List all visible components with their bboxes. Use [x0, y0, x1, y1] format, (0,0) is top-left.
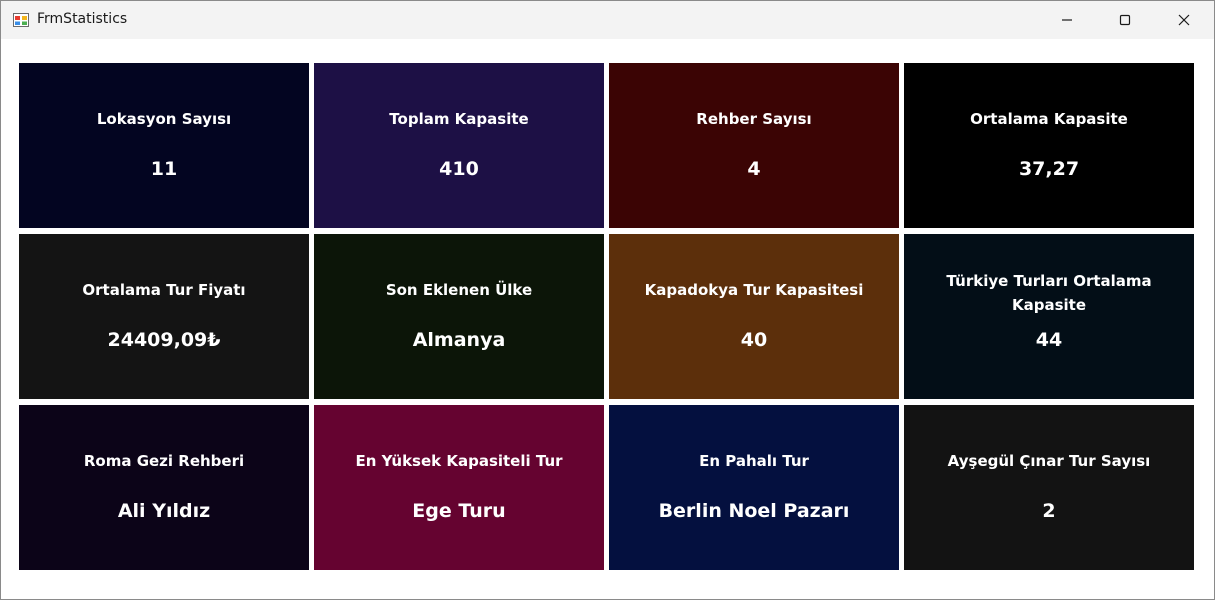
stat-value: Ege Turu: [412, 500, 506, 522]
stat-tile-turkiye-turlari-ortalama-kapasite: Türkiye Turları Ortalama Kapasite 44: [904, 234, 1194, 399]
stat-value: 11: [150, 158, 178, 180]
maximize-icon: [1119, 11, 1131, 30]
stat-label: Ortalama Kapasite: [970, 110, 1128, 128]
stat-label: En Pahalı Tur: [699, 452, 809, 470]
stat-tile-ortalama-tur-fiyati: Ortalama Tur Fiyatı 24409,09₺: [19, 234, 309, 399]
stat-value: Ali Yıldız: [117, 500, 211, 522]
stat-tile-toplam-kapasite: Toplam Kapasite 410: [314, 63, 604, 228]
close-button[interactable]: [1155, 1, 1213, 39]
title-bar[interactable]: FrmStatistics: [1, 1, 1214, 39]
stat-value: 37,27: [1018, 158, 1080, 180]
stat-label: Kapadokya Tur Kapasitesi: [644, 281, 864, 299]
stat-label: En Yüksek Kapasiteli Tur: [355, 452, 563, 470]
stat-value: 2: [1042, 500, 1056, 522]
stat-value: Almanya: [412, 329, 506, 351]
stat-label: Lokasyon Sayısı: [96, 110, 232, 128]
stat-value: Berlin Noel Pazarı: [658, 500, 850, 522]
window-title: FrmStatistics: [37, 11, 128, 27]
stat-label: Türkiye Turları Ortalama Kapasite: [946, 272, 1152, 314]
stat-tile-en-yuksek-kapasiteli-tur: En Yüksek Kapasiteli Tur Ege Turu: [314, 405, 604, 570]
stat-label: Ortalama Tur Fiyatı: [82, 281, 246, 299]
stat-label: Rehber Sayısı: [696, 110, 812, 128]
stat-tile-roma-gezi-rehberi: Roma Gezi Rehberi Ali Yıldız: [19, 405, 309, 570]
minimize-button[interactable]: [1038, 1, 1096, 39]
app-form-icon: [13, 12, 29, 28]
stat-value: 4: [747, 158, 761, 180]
stat-tile-son-eklenen-ulke: Son Eklenen Ülke Almanya: [314, 234, 604, 399]
stat-label: Toplam Kapasite: [389, 110, 529, 128]
stat-label: Roma Gezi Rehberi: [83, 452, 245, 470]
stat-value: 410: [439, 158, 479, 180]
maximize-button[interactable]: [1096, 1, 1154, 39]
stat-label: Ayşegül Çınar Tur Sayısı: [947, 452, 1151, 470]
stat-value: 44: [1035, 329, 1063, 351]
stat-tile-en-pahali-tur: En Pahalı Tur Berlin Noel Pazarı: [609, 405, 899, 570]
stat-tile-lokasyon-sayisi: Lokasyon Sayısı 11: [19, 63, 309, 228]
stat-tile-kapadokya-tur-kapasitesi: Kapadokya Tur Kapasitesi 40: [609, 234, 899, 399]
stat-value: 40: [740, 329, 768, 351]
close-icon: [1178, 11, 1190, 30]
statistics-window: FrmStatistics Lokasyon Sayısı 11 Toplam …: [0, 0, 1215, 600]
stat-value: 24409,09₺: [107, 329, 221, 351]
stat-label: Son Eklenen Ülke: [385, 281, 533, 299]
stat-tile-ortalama-kapasite: Ortalama Kapasite 37,27: [904, 63, 1194, 228]
stat-tile-aysegul-cinar-tur-sayisi: Ayşegül Çınar Tur Sayısı 2: [904, 405, 1194, 570]
minimize-icon: [1061, 11, 1073, 30]
stat-tile-rehber-sayisi: Rehber Sayısı 4: [609, 63, 899, 228]
